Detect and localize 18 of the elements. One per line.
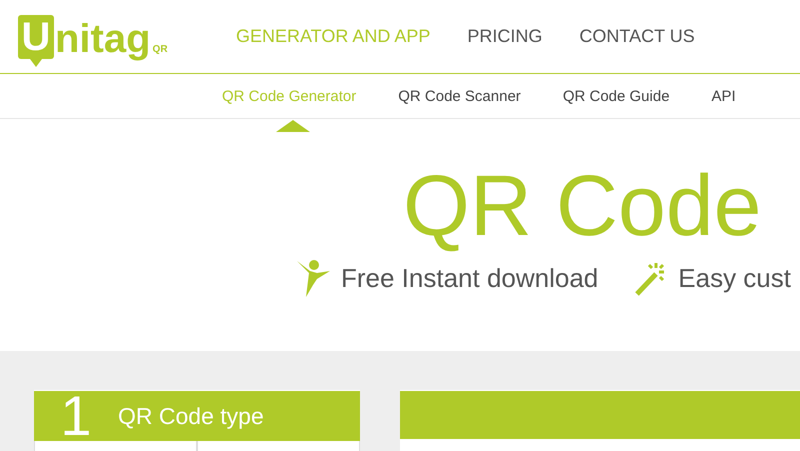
logo-tail-icon (30, 58, 42, 66)
feature-text: Easy cust (678, 262, 791, 294)
step-title: QR Code type (118, 402, 264, 430)
nav-link[interactable]: PRICING (467, 26, 542, 47)
logo-initial: U (18, 14, 54, 58)
page-title: QR Code (403, 157, 762, 249)
type-tab[interactable] (197, 441, 360, 451)
active-indicator-icon (276, 120, 310, 132)
logo-suffix: QR (152, 44, 168, 54)
step-number: 1 (59, 391, 93, 441)
subnav-link[interactable]: QR Code Guide (562, 88, 670, 104)
logo-text: nitag (55, 18, 151, 58)
subnav-link[interactable]: QR Code Scanner (398, 88, 521, 104)
type-tab[interactable] (34, 441, 197, 451)
person-icon (297, 259, 331, 297)
nav-link[interactable]: CONTACT US (579, 26, 695, 47)
feature-text: Free Instant download (341, 262, 598, 294)
subnav-link[interactable]: API (712, 88, 736, 104)
